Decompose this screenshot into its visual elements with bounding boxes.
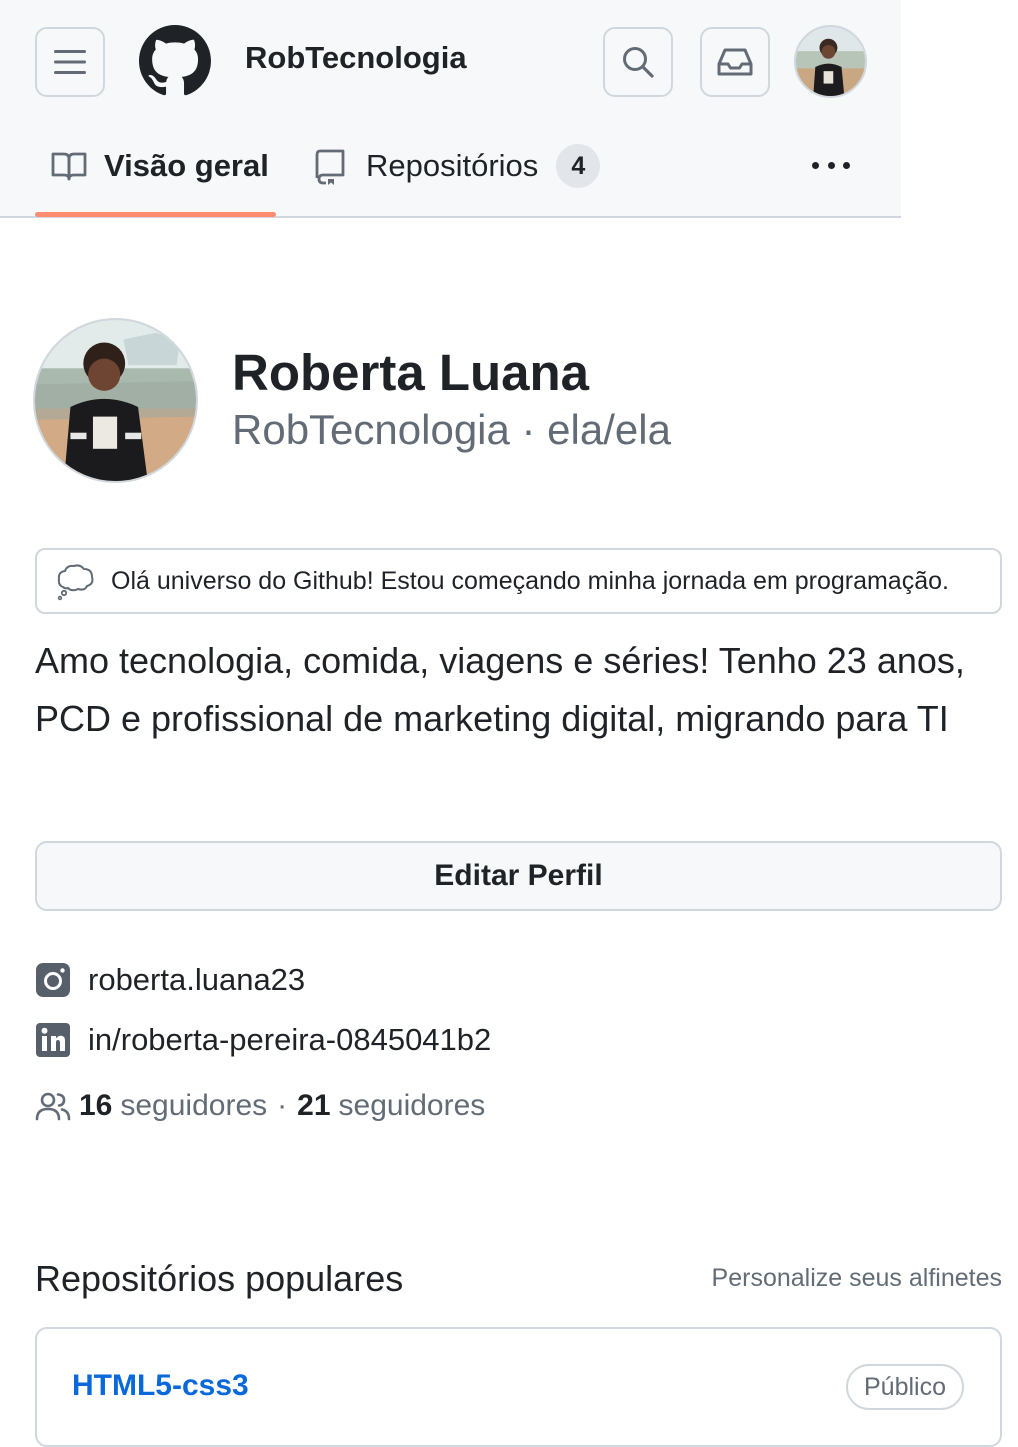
follow-separator: · [277, 1089, 288, 1122]
kebab-dot-icon [812, 161, 819, 169]
following-link[interactable]: 21 seguidores [297, 1089, 485, 1123]
kebab-dot-icon [843, 161, 850, 169]
status-message: Olá universo do Github! Estou começando … [111, 566, 949, 595]
repositories-count-badge: 4 [556, 144, 601, 188]
following-label: seguidores [338, 1089, 486, 1122]
social-link-linkedin[interactable]: in/roberta-pereira-0845041b2 [35, 1020, 491, 1060]
repo-icon [315, 149, 345, 185]
profile-status[interactable]: Olá universo do Github! Estou começando … [35, 548, 1002, 614]
instagram-handle: roberta.luana23 [88, 962, 306, 997]
tab-overview-label: Visão geral [104, 148, 269, 183]
header-username[interactable]: RobTecnologia [245, 40, 467, 76]
user-avatar[interactable] [794, 25, 867, 98]
follow-stats: 16 seguidores · 21 seguidores [35, 1086, 485, 1126]
instagram-icon [36, 963, 70, 997]
tab-repositories[interactable]: Repositórios 4 [312, 140, 601, 192]
tab-repositories-label: Repositórios [366, 148, 539, 183]
following-count: 21 [297, 1089, 331, 1122]
hamburger-icon [54, 50, 86, 74]
linkedin-handle: in/roberta-pereira-0845041b2 [88, 1022, 492, 1057]
search-icon [623, 47, 654, 78]
social-link-instagram[interactable]: roberta.luana23 [35, 960, 305, 1000]
search-button[interactable] [603, 27, 673, 97]
inbox-icon [717, 48, 753, 76]
followers-count: 16 [79, 1089, 113, 1122]
tab-overview[interactable]: Visão geral [50, 140, 269, 192]
inbox-button[interactable] [700, 27, 770, 97]
github-logo-icon[interactable] [139, 25, 211, 97]
avatar-photo [35, 320, 196, 481]
customize-pins-link[interactable]: Personalize seus alfinetes [712, 1264, 1002, 1293]
thought-bubble-icon [57, 564, 94, 601]
people-icon [35, 1092, 71, 1121]
followers-link[interactable]: 16 seguidores [79, 1089, 267, 1123]
book-icon [51, 152, 87, 181]
profile-avatar[interactable] [33, 318, 198, 483]
linkedin-icon [36, 1023, 70, 1057]
menu-button[interactable] [35, 27, 105, 97]
repo-name-link[interactable]: HTML5-css3 [72, 1369, 249, 1403]
profile-full-name: Roberta Luana [232, 344, 590, 401]
edit-profile-button[interactable]: Editar Perfil [35, 841, 1002, 911]
pinned-repo-card: HTML5-css3 Público [35, 1327, 1002, 1447]
profile-bio: Amo tecnologia, comida, viagens e séries… [35, 640, 965, 739]
followers-label: seguidores [120, 1089, 268, 1122]
profile-login-pronouns: RobTecnologia · ela/ela [232, 406, 671, 453]
app-header: RobTecnologia Visão geral Repositórios 4 [0, 0, 901, 218]
popular-repositories-heading: Repositórios populares [35, 1258, 404, 1299]
avatar-photo [796, 27, 865, 96]
more-tabs-button[interactable] [806, 145, 856, 185]
kebab-dot-icon [827, 161, 835, 169]
selected-tab-underline [35, 212, 276, 217]
repo-visibility-badge: Público [846, 1364, 964, 1410]
